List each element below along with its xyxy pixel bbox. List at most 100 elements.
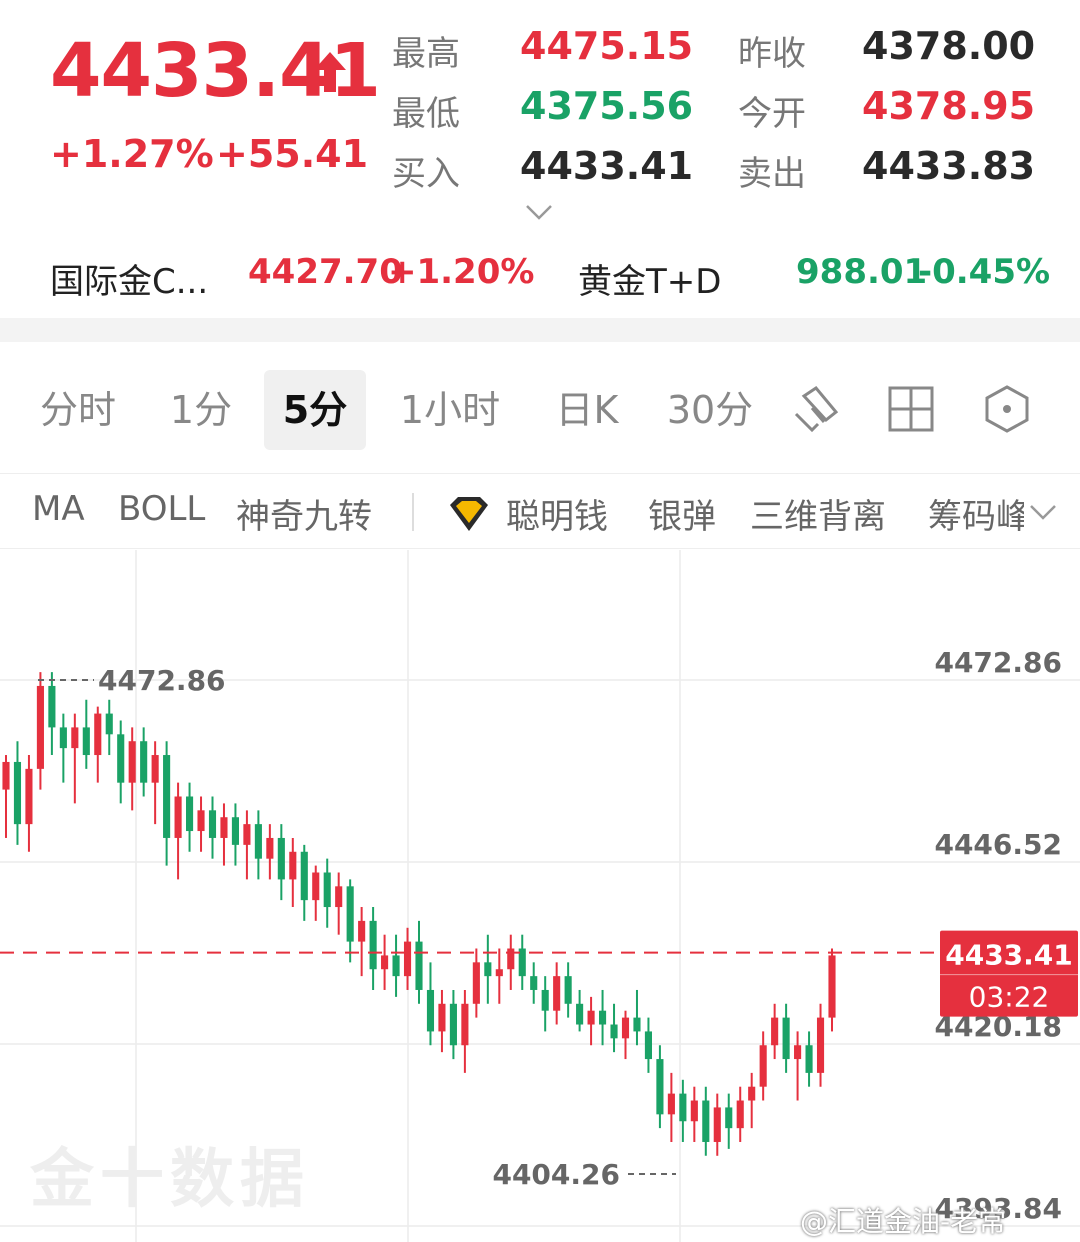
ref-change-intl-gold: +1.20% bbox=[388, 252, 535, 292]
indicator-magic-nine[interactable]: 神奇九转 bbox=[236, 489, 372, 538]
ref-label-gold-td[interactable]: 黄金T+D bbox=[578, 254, 721, 303]
candle-body bbox=[231, 817, 240, 845]
indicator-divergence[interactable]: 三维背离 bbox=[750, 489, 886, 538]
ref-price-intl-gold: 4427.70 bbox=[248, 252, 403, 292]
timeframe-tabs: 分时 1分 5分 1小时 日K 30分 bbox=[0, 342, 1080, 474]
tab-5min[interactable]: 5分 bbox=[264, 370, 366, 450]
tab-intraday[interactable]: 分时 bbox=[28, 370, 128, 450]
candle-body bbox=[656, 1059, 664, 1115]
candle-body bbox=[48, 685, 56, 728]
candle-body bbox=[713, 1107, 721, 1142]
candle-body bbox=[449, 1003, 457, 1046]
grid-icon[interactable] bbox=[886, 384, 936, 434]
draw-icon[interactable] bbox=[790, 384, 840, 434]
candle-body bbox=[71, 727, 79, 749]
stat-label-prev-close: 昨收 bbox=[738, 34, 806, 74]
candle-body bbox=[438, 1003, 446, 1032]
candle-body bbox=[426, 989, 435, 1032]
tab-1min[interactable]: 1分 bbox=[156, 370, 246, 450]
candle-body bbox=[117, 734, 125, 783]
stat-value-open: 4378.95 bbox=[862, 84, 1036, 128]
candle-body bbox=[381, 955, 389, 970]
stat-value-low: 4375.56 bbox=[520, 84, 694, 128]
candle-body bbox=[140, 741, 148, 783]
candle-body bbox=[323, 872, 331, 908]
tab-30min[interactable]: 30分 bbox=[660, 370, 760, 450]
candle-body bbox=[94, 713, 102, 756]
candle-body bbox=[105, 713, 113, 735]
diamond-vip-icon bbox=[450, 497, 488, 531]
tab-1hour[interactable]: 1小时 bbox=[390, 370, 510, 450]
ref-price-gold-td: 988.01 bbox=[796, 252, 928, 292]
candle-body bbox=[644, 1031, 653, 1060]
section-divider bbox=[0, 318, 1080, 342]
candle-body bbox=[300, 851, 308, 901]
candle-body bbox=[598, 1010, 607, 1025]
up-arrow-icon bbox=[314, 52, 346, 92]
indicator-silver-bullet[interactable]: 银弹 bbox=[648, 489, 716, 538]
stat-label-high: 最高 bbox=[392, 34, 460, 74]
stat-label-bid: 买入 bbox=[392, 154, 460, 194]
candle-body bbox=[185, 796, 194, 832]
candle-body bbox=[25, 768, 33, 825]
y-tick-label: 4446.52 bbox=[934, 828, 1062, 861]
candle-body bbox=[151, 755, 159, 783]
candle-body bbox=[633, 1017, 641, 1032]
stat-value-bid: 4433.41 bbox=[520, 144, 694, 188]
candle-body bbox=[771, 1017, 779, 1046]
indicator-chip-peak[interactable]: 筹码峰 bbox=[928, 489, 1024, 538]
candle-body bbox=[679, 1093, 687, 1122]
candle-body bbox=[794, 1045, 802, 1060]
candle-body bbox=[553, 976, 561, 1011]
candle-body bbox=[725, 1107, 733, 1129]
candle-body bbox=[736, 1100, 744, 1129]
indicator-strip: MA BOLL 神奇九转 聪明钱 银弹 三维背离 筹码峰 bbox=[0, 475, 1080, 549]
candle-body bbox=[610, 1024, 618, 1039]
indicator-smart-money[interactable]: 聪明钱 bbox=[506, 489, 608, 538]
current-price-tag-value: 4433.41 bbox=[945, 939, 1073, 972]
candle-body bbox=[403, 941, 412, 977]
indicator-ma[interactable]: MA bbox=[32, 489, 85, 529]
hexagon-settings-icon[interactable] bbox=[982, 384, 1032, 434]
candle-body bbox=[576, 1003, 584, 1025]
indicator-divider bbox=[412, 493, 414, 531]
tab-daily-k[interactable]: 日K bbox=[544, 370, 630, 450]
candle-body bbox=[346, 886, 354, 942]
chevron-down-icon[interactable] bbox=[524, 200, 554, 224]
candle-body bbox=[495, 969, 503, 977]
candle-body bbox=[36, 685, 44, 769]
change-amount: +55.41 bbox=[216, 132, 369, 176]
candle-body bbox=[415, 941, 423, 990]
candle-body bbox=[828, 955, 836, 1018]
low-marker-label: 4404.26 bbox=[492, 1158, 620, 1191]
candle-body bbox=[587, 1010, 595, 1025]
candle-body bbox=[243, 824, 251, 845]
candle-body bbox=[472, 962, 480, 1004]
stat-value-ask: 4433.83 bbox=[862, 144, 1036, 188]
candle-body bbox=[759, 1045, 767, 1087]
stat-value-high: 4475.15 bbox=[520, 24, 694, 68]
candle-body bbox=[702, 1100, 710, 1142]
candle-body bbox=[667, 1093, 675, 1115]
ref-label-intl-gold[interactable]: 国际金C... bbox=[50, 254, 208, 303]
candle-body bbox=[530, 976, 538, 990]
candle-body bbox=[289, 851, 297, 880]
high-marker-label: 4472.86 bbox=[98, 664, 226, 697]
candle-body bbox=[266, 837, 274, 859]
weibo-credit: @汇道金油-老常 bbox=[800, 1205, 1007, 1238]
candle-body bbox=[816, 1017, 825, 1073]
watermark-text: 金十数据 bbox=[30, 1143, 310, 1217]
ref-change-gold-td: -0.45% bbox=[918, 252, 1051, 292]
candle-body bbox=[461, 1003, 469, 1046]
stat-label-open: 今开 bbox=[738, 94, 806, 134]
candle-body bbox=[335, 886, 343, 908]
candle-body bbox=[2, 761, 10, 790]
stat-value-prev-close: 4378.00 bbox=[862, 24, 1036, 68]
chevron-down-icon[interactable] bbox=[1028, 501, 1058, 523]
indicator-boll[interactable]: BOLL bbox=[118, 489, 205, 529]
candle-body bbox=[254, 824, 262, 859]
candle-body bbox=[13, 761, 22, 825]
quote-header: 4433.41 +1.27% +55.41 最高 4475.15 昨收 4378… bbox=[0, 0, 1080, 318]
candle-body bbox=[782, 1017, 790, 1060]
candle-body bbox=[484, 962, 492, 977]
